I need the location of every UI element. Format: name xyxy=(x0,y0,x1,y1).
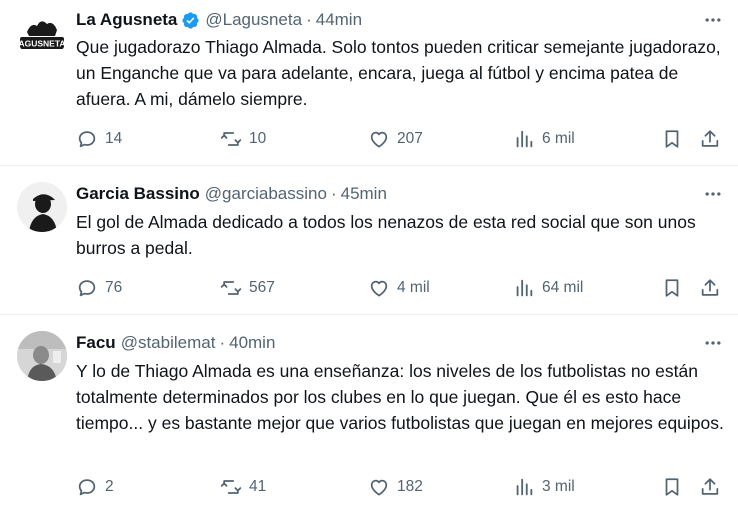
like-button[interactable]: 207 xyxy=(368,127,423,151)
avatar[interactable]: AGUSNETA xyxy=(17,10,67,60)
like-count: 4 mil xyxy=(397,279,430,296)
separator-dot: · xyxy=(306,10,312,29)
avatar[interactable] xyxy=(17,182,67,232)
share-icon[interactable] xyxy=(698,475,722,499)
like-button[interactable]: 4 mil xyxy=(368,276,430,300)
reply-count: 76 xyxy=(105,279,123,296)
reply-icon xyxy=(78,479,96,496)
retweet-icon xyxy=(220,132,242,146)
avatar-silhouette xyxy=(17,182,67,232)
more-icon[interactable] xyxy=(702,10,724,30)
retweet-icon xyxy=(220,281,242,295)
author-name[interactable]: Garcia Bassino xyxy=(76,184,200,204)
tweet-time[interactable]: 40min xyxy=(229,333,275,353)
view-count: 6 mil xyxy=(542,130,575,147)
verified-badge-icon xyxy=(181,11,200,30)
views-icon xyxy=(516,130,533,148)
share-icon[interactable] xyxy=(698,276,722,300)
retweet-count: 41 xyxy=(249,478,267,495)
tweet-text: Que jugadorazo Thiago Almada. Solo tonto… xyxy=(76,37,721,109)
retweet-count: 10 xyxy=(249,130,267,147)
retweet-button[interactable]: 10 xyxy=(220,127,266,151)
reply-count: 2 xyxy=(105,478,114,495)
retweet-button[interactable]: 41 xyxy=(220,475,266,499)
action-bar: 14 10 207 6 mil xyxy=(76,127,726,151)
author-name[interactable]: Facu xyxy=(76,333,116,353)
author-handle[interactable]: @garciabassino xyxy=(205,184,327,204)
bookmark-icon[interactable] xyxy=(660,276,684,300)
views-icon xyxy=(516,478,533,496)
tweet-header: Facu @stabilemat · 40min xyxy=(76,332,275,354)
more-icon[interactable] xyxy=(702,184,724,204)
reply-icon xyxy=(78,280,96,297)
action-bar: 76 567 4 mil 64 mil xyxy=(76,276,726,300)
tweet-text: Y lo de Thiago Almada es una enseñanza: … xyxy=(76,361,724,433)
author-name[interactable]: La Agusneta xyxy=(76,10,177,30)
retweet-icon xyxy=(220,480,242,494)
like-button[interactable]: 182 xyxy=(368,475,423,499)
like-icon xyxy=(370,131,388,148)
like-count: 207 xyxy=(397,130,423,147)
separator-dot: · xyxy=(330,184,337,203)
tweet-time[interactable]: 45min xyxy=(341,184,387,204)
like-count: 182 xyxy=(397,478,423,495)
tweet-2[interactable]: Garcia Bassino @garciabassino · 45min El… xyxy=(0,166,738,315)
tweet-text: El gol de Almada dedicado a todos los ne… xyxy=(76,212,696,258)
avatar[interactable] xyxy=(17,331,67,381)
reply-button[interactable]: 76 xyxy=(76,276,122,300)
reply-button[interactable]: 14 xyxy=(76,127,122,151)
views-button[interactable]: 3 mil xyxy=(513,475,575,499)
reply-count: 14 xyxy=(105,130,123,147)
separator-dot: · xyxy=(219,333,226,352)
tweet-3[interactable]: Facu @stabilemat · 40min Y lo de Thiago … xyxy=(0,315,738,505)
action-bar: 2 41 182 3 mil xyxy=(76,475,726,499)
view-count: 64 mil xyxy=(542,279,584,296)
author-handle[interactable]: @Lagusneta xyxy=(205,10,302,30)
views-button[interactable]: 6 mil xyxy=(513,127,575,151)
views-icon xyxy=(516,279,533,297)
bookmark-icon[interactable] xyxy=(660,127,684,151)
like-icon xyxy=(370,280,388,297)
reply-icon xyxy=(78,131,96,148)
views-button[interactable]: 64 mil xyxy=(513,276,583,300)
tweet-1[interactable]: AGUSNETA La Agusneta @Lagusneta · 44min … xyxy=(0,0,738,166)
author-handle[interactable]: @stabilemat xyxy=(121,333,216,353)
retweet-button[interactable]: 567 xyxy=(220,276,275,300)
tweet-time[interactable]: 44min xyxy=(316,10,362,30)
more-icon[interactable] xyxy=(702,333,724,353)
agusneta-logo: AGUSNETA xyxy=(17,10,67,60)
tweet-header: Garcia Bassino @garciabassino · 45min xyxy=(76,183,387,205)
bookmark-icon[interactable] xyxy=(660,475,684,499)
retweet-count: 567 xyxy=(249,279,275,296)
avatar-photo xyxy=(17,331,67,381)
like-icon xyxy=(370,479,388,496)
svg-text:AGUSNETA: AGUSNETA xyxy=(18,39,65,49)
reply-button[interactable]: 2 xyxy=(76,475,114,499)
tweet-header: La Agusneta @Lagusneta · 44min xyxy=(76,9,362,31)
view-count: 3 mil xyxy=(542,478,575,495)
share-icon[interactable] xyxy=(698,127,722,151)
